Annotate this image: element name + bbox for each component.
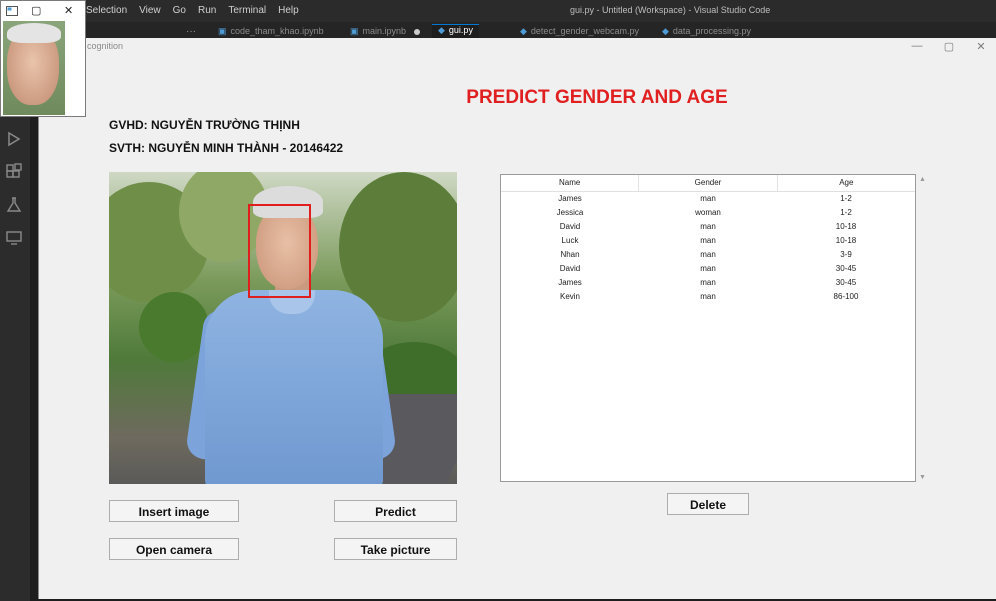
cell-gender: man bbox=[700, 194, 716, 203]
camera-title-bar: ▢ ✕ bbox=[1, 1, 85, 21]
cell-age: 1-2 bbox=[840, 194, 852, 203]
camera-face-image bbox=[3, 21, 65, 115]
cell-name: Jessica bbox=[556, 208, 584, 217]
run-debug-icon[interactable] bbox=[5, 130, 23, 148]
app-window-title: cognition bbox=[87, 41, 124, 51]
python-icon: ◆ bbox=[662, 26, 669, 36]
table-row[interactable]: James man 30-45 bbox=[501, 276, 915, 290]
cell-age: 30-45 bbox=[835, 278, 857, 287]
column-header-gender[interactable]: Gender bbox=[639, 175, 778, 191]
column-header-name[interactable]: Name bbox=[501, 175, 640, 191]
cell-gender: man bbox=[700, 222, 716, 231]
vscode-window-title: gui.py - Untitled (Workspace) - Visual S… bbox=[570, 5, 771, 15]
menu-view[interactable]: View bbox=[139, 5, 161, 16]
vscode-title-bar: Selection View Go Run Terminal Help gui.… bbox=[0, 0, 996, 22]
open-camera-button[interactable]: Open camera bbox=[109, 538, 239, 560]
results-table[interactable]: Name Gender Age James man 1-2 Jessica woman… bbox=[500, 174, 916, 482]
table-row[interactable]: Jessica woman 1-2 bbox=[501, 206, 915, 220]
testing-flask-icon[interactable] bbox=[5, 196, 23, 214]
cell-age: 1-2 bbox=[840, 208, 852, 217]
predict-button[interactable]: Predict bbox=[334, 500, 457, 522]
cell-age: 86-100 bbox=[833, 292, 859, 301]
scroll-up-icon[interactable]: ▲ bbox=[919, 176, 926, 183]
cell-name: David bbox=[559, 222, 581, 231]
student-label: SVTH: NGUYỄN MINH THÀNH - 20146422 bbox=[109, 141, 344, 155]
menu-go[interactable]: Go bbox=[173, 5, 186, 16]
tab-main[interactable]: ▣ main.ipynb bbox=[350, 26, 421, 38]
table-row[interactable]: Kevin man 86-100 bbox=[501, 290, 915, 304]
minimize-icon[interactable]: — bbox=[908, 40, 926, 52]
table-header: Name Gender Age bbox=[501, 175, 915, 192]
python-icon: ◆ bbox=[438, 25, 445, 35]
cell-name: Luck bbox=[561, 236, 579, 245]
cell-name: Kevin bbox=[559, 292, 580, 301]
restore-icon[interactable]: ▢ bbox=[31, 4, 41, 17]
cell-gender: man bbox=[700, 292, 716, 301]
cell-name: James bbox=[558, 278, 582, 287]
advisor-label: GVHD: NGUYỄN TRƯỜNG THỊNH bbox=[109, 118, 300, 132]
cell-gender: man bbox=[700, 250, 716, 259]
tab-code-tham-khao[interactable]: ▣ code_tham_khao.ipynb bbox=[218, 26, 324, 38]
cell-gender: man bbox=[700, 278, 716, 287]
column-header-age[interactable]: Age bbox=[778, 175, 915, 191]
tab-data-processing[interactable]: ◆ data_processing.py bbox=[662, 26, 751, 38]
cell-name: David bbox=[559, 264, 581, 273]
python-icon: ◆ bbox=[520, 26, 527, 36]
close-icon[interactable]: ✕ bbox=[972, 40, 990, 53]
notebook-icon: ▣ bbox=[218, 26, 227, 36]
vscode-menu: Selection View Go Run Terminal Help bbox=[86, 5, 299, 16]
vscode-tab-bar: ▣ code_tham_khao.ipynb ▣ main.ipynb ◆ gui.p… bbox=[0, 22, 996, 39]
menu-selection[interactable]: Selection bbox=[86, 5, 127, 16]
scroll-down-icon[interactable]: ▼ bbox=[919, 474, 926, 481]
tab-gui[interactable]: ◆ gui.py bbox=[432, 24, 479, 39]
cell-age: 3-9 bbox=[840, 250, 852, 259]
menu-run[interactable]: Run bbox=[198, 5, 216, 16]
cell-gender: woman bbox=[695, 208, 721, 217]
cell-name: James bbox=[558, 194, 582, 203]
tabs-overflow-icon[interactable]: ··· bbox=[186, 26, 196, 37]
notebook-icon: ▣ bbox=[350, 26, 359, 36]
take-picture-button[interactable]: Take picture bbox=[334, 538, 457, 560]
page-title: PREDICT GENDER AND AGE bbox=[466, 87, 728, 108]
cell-age: 10-18 bbox=[835, 236, 857, 245]
table-row[interactable]: Luck man 10-18 bbox=[501, 234, 915, 248]
maximize-icon[interactable]: ▢ bbox=[940, 40, 958, 53]
modified-dot-icon bbox=[414, 28, 421, 35]
menu-help[interactable]: Help bbox=[278, 5, 299, 16]
close-icon[interactable]: ✕ bbox=[64, 4, 73, 17]
menu-terminal[interactable]: Terminal bbox=[228, 5, 266, 16]
input-image bbox=[109, 172, 457, 484]
app-window: cognition — ▢ ✕ PREDICT GENDER AND AGE G… bbox=[38, 38, 996, 599]
face-detection-box bbox=[248, 204, 311, 298]
cell-gender: man bbox=[700, 264, 716, 273]
app-title-bar: cognition — ▢ ✕ bbox=[39, 38, 996, 56]
extensions-icon[interactable] bbox=[5, 163, 23, 181]
cell-age: 30-45 bbox=[835, 264, 857, 273]
table-row[interactable]: David man 10-18 bbox=[501, 220, 915, 234]
camera-preview-window: ▢ ✕ bbox=[0, 0, 86, 117]
table-row[interactable]: David man 30-45 bbox=[501, 262, 915, 276]
delete-button[interactable]: Delete bbox=[667, 493, 749, 515]
remote-explorer-icon[interactable] bbox=[5, 229, 23, 247]
app-window-icon bbox=[6, 6, 18, 16]
cell-age: 10-18 bbox=[835, 222, 857, 231]
insert-image-button[interactable]: Insert image bbox=[109, 500, 239, 522]
table-row[interactable]: James man 1-2 bbox=[501, 192, 915, 206]
cell-name: Nhan bbox=[560, 250, 580, 259]
tab-detect-gender-webcam[interactable]: ◆ detect_gender_webcam.py bbox=[520, 26, 639, 38]
cell-gender: man bbox=[700, 236, 716, 245]
activity-bar bbox=[0, 38, 30, 601]
table-row[interactable]: Nhan man 3-9 bbox=[501, 248, 915, 262]
